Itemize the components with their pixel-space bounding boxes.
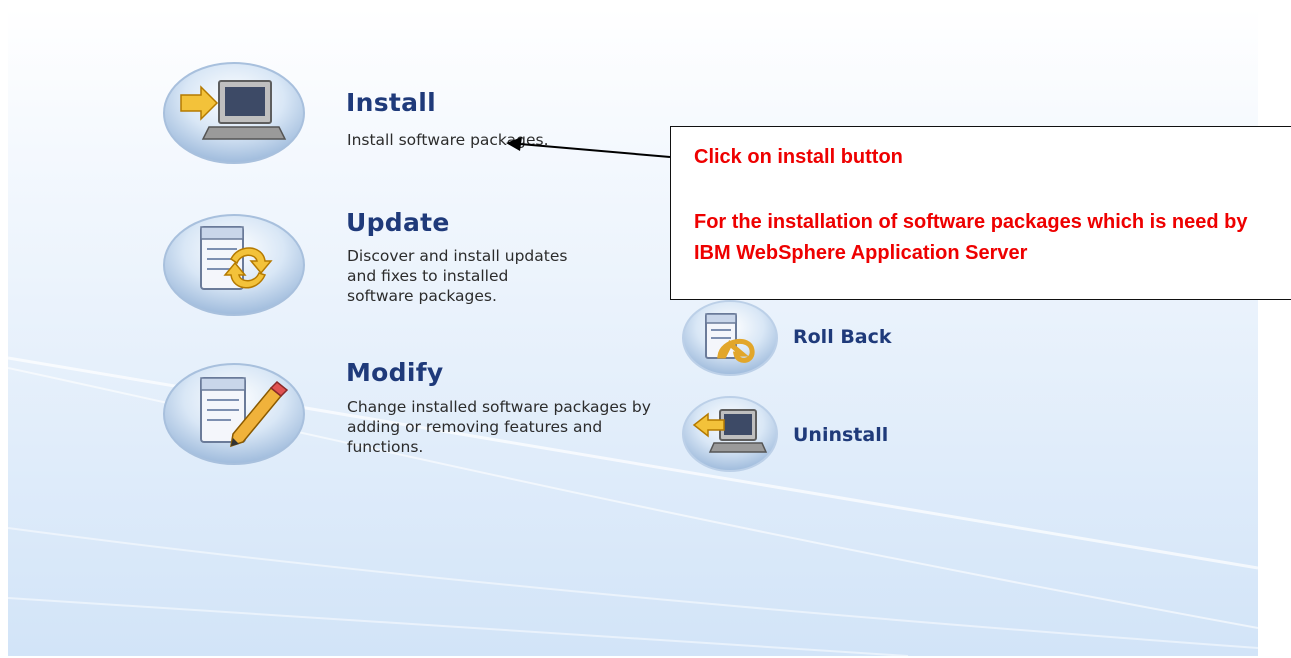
rollback-button-icon[interactable]	[680, 298, 780, 378]
uninstall-title[interactable]: Uninstall	[793, 424, 888, 446]
uninstall-button-icon[interactable]	[680, 394, 780, 474]
update-description: Discover and install updates and fixes t…	[347, 247, 568, 305]
computer-arrow-icon	[163, 62, 305, 164]
install-button-icon[interactable]	[161, 61, 307, 165]
install-description: Install software packages.	[347, 131, 549, 149]
modify-title[interactable]: Modify	[346, 358, 444, 387]
package-pencil-icon	[163, 363, 305, 465]
package-rollback-icon	[682, 300, 778, 376]
launchpad-panel: Install Install software packages. Updat…	[8, 8, 1258, 656]
annotation-callout: Click on install button For the installa…	[670, 126, 1291, 300]
modify-button-icon[interactable]	[161, 362, 307, 466]
install-title[interactable]: Install	[346, 88, 436, 117]
rollback-title[interactable]: Roll Back	[793, 326, 892, 348]
callout-instruction: Click on install button	[694, 146, 903, 168]
computer-arrow-left-icon	[682, 396, 778, 472]
modify-description: Change installed software packages by ad…	[347, 398, 651, 456]
update-title[interactable]: Update	[346, 208, 450, 237]
update-button-icon[interactable]	[161, 213, 307, 317]
package-refresh-icon	[163, 214, 305, 316]
callout-explanation: For the installation of software package…	[694, 211, 1248, 264]
